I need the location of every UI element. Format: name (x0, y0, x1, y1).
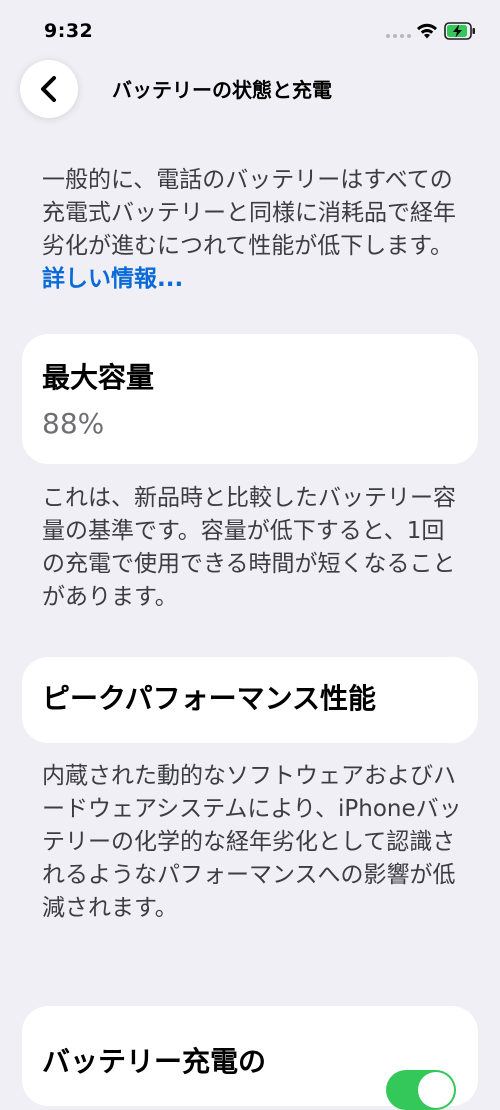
peak-performance-title: ピークパフォーマンス性能 (42, 682, 377, 715)
max-capacity-title: 最大容量 (42, 361, 155, 394)
battery-charging-card: バッテリー充電の (22, 1006, 478, 1110)
status-time: 9:32 (44, 20, 94, 42)
peak-performance-description: 内蔵された動的なソフトウェアおよびハードウェアシステムにより、iPhoneバッテ… (42, 763, 462, 921)
toggle-knob (418, 1072, 454, 1108)
peak-performance-card: ピークパフォーマンス性能 (22, 657, 478, 743)
battery-charging-toggle[interactable] (386, 1070, 456, 1110)
learn-more-link[interactable]: 詳しい情報... (42, 266, 183, 292)
page-title: バッテリーの状態と充電 (112, 78, 332, 102)
chevron-left-icon (41, 76, 56, 102)
back-button[interactable] (20, 60, 78, 118)
max-capacity-value: 88% (42, 407, 105, 440)
max-capacity-description: これは、新品時と比較したバッテリー容量の基準です。容量が低下すると、1回の充電で… (42, 485, 456, 610)
wifi-icon (417, 23, 437, 39)
intro-body: 一般的に、電話のバッテリーはすべての充電式バッテリーと同様に消耗品で経年劣化が進… (42, 167, 456, 259)
battery-charging-icon (444, 22, 475, 40)
max-capacity-card: 最大容量 88% (22, 334, 478, 464)
status-bar: 9:32 (0, 0, 500, 60)
cellular-icon (386, 34, 411, 38)
intro-text: 一般的に、電話のバッテリーはすべての充電式バッテリーと同様に消耗品で経年劣化が進… (42, 164, 462, 296)
